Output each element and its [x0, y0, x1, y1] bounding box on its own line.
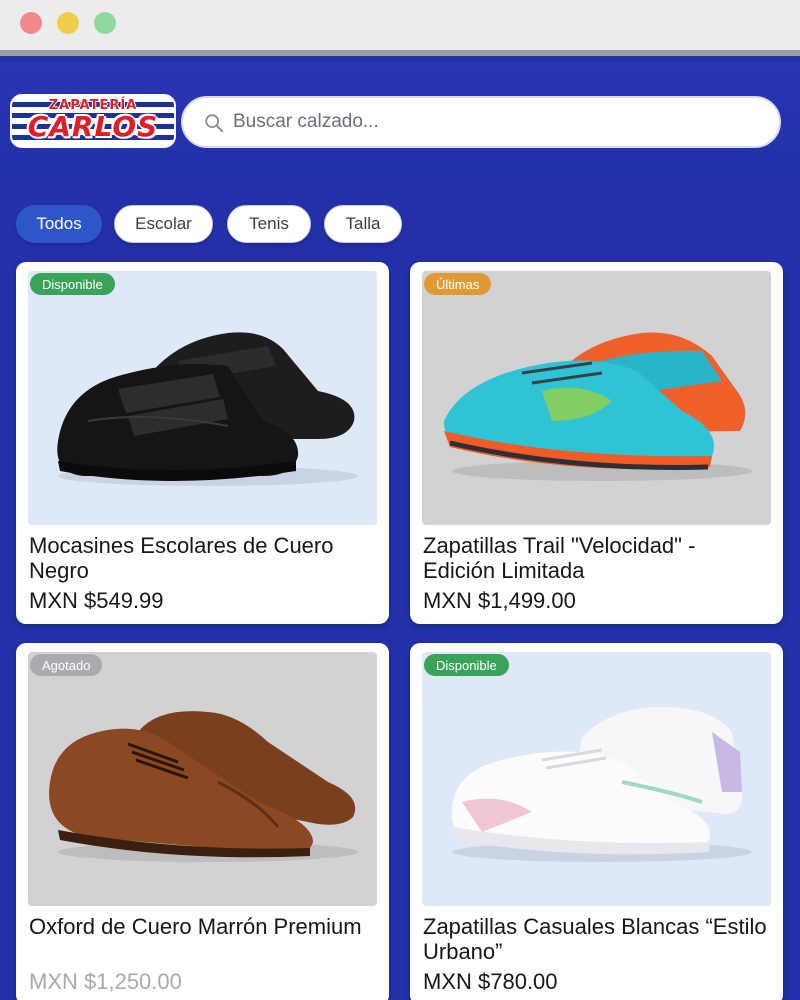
app-header: ZAPATERÍA CARLOS: [0, 62, 800, 182]
product-title[interactable]: Oxford de Cuero Marrón Premium: [29, 914, 379, 939]
product-card[interactable]: Últimas Zapatillas Trail "Velocidad" - E…: [410, 262, 783, 624]
product-image[interactable]: [28, 652, 377, 906]
status-badge: Disponible: [424, 654, 509, 676]
status-badge: Agotado: [30, 654, 103, 676]
window-titlebar: [0, 0, 800, 56]
trail-sneaker-image: [443, 332, 752, 481]
product-image[interactable]: [28, 271, 377, 525]
filter-chip-escolar[interactable]: Escolar: [114, 205, 213, 243]
brown-oxford-image: [49, 711, 358, 862]
product-card[interactable]: Disponible Zapatillas Casuales Blancas “…: [410, 643, 783, 1000]
search-icon: [205, 114, 224, 133]
status-badge: Últimas: [424, 273, 492, 295]
filter-chip-talla[interactable]: Talla: [324, 205, 402, 243]
product-price: MXN $780.00: [423, 969, 558, 994]
maximize-window-button[interactable]: [94, 12, 116, 34]
store-logo[interactable]: ZAPATERÍA CARLOS: [10, 94, 176, 148]
product-title[interactable]: Zapatillas Trail "Velocidad" - Edición L…: [423, 533, 773, 583]
product-price: MXN $549.99: [29, 588, 164, 613]
filter-chip-tenis[interactable]: Tenis: [227, 205, 311, 243]
black-school-shoe-image: [57, 332, 358, 486]
product-card[interactable]: Agotado Oxford de Cuero Marrón Premium M…: [16, 643, 389, 1000]
product-image[interactable]: [422, 652, 771, 906]
white-casual-sneaker-image: [451, 707, 752, 862]
close-window-button[interactable]: [20, 12, 42, 34]
product-image[interactable]: [422, 271, 771, 525]
search-bar[interactable]: [181, 96, 781, 148]
filter-chip-todos[interactable]: Todos: [16, 205, 102, 243]
search-input[interactable]: [233, 98, 763, 146]
product-card[interactable]: Disponible Mocasines Escolares de Cuero …: [16, 262, 389, 624]
product-title[interactable]: Mocasines Escolares de Cuero Negro: [29, 533, 379, 583]
logo-main-text: CARLOS: [27, 110, 159, 143]
status-badge: Disponible: [30, 273, 115, 295]
minimize-window-button[interactable]: [57, 12, 79, 34]
product-price: MXN $1,250.00: [29, 969, 182, 994]
product-title[interactable]: Zapatillas Casuales Blancas “Estilo Urba…: [423, 914, 773, 964]
product-price: MXN $1,499.00: [423, 588, 576, 613]
